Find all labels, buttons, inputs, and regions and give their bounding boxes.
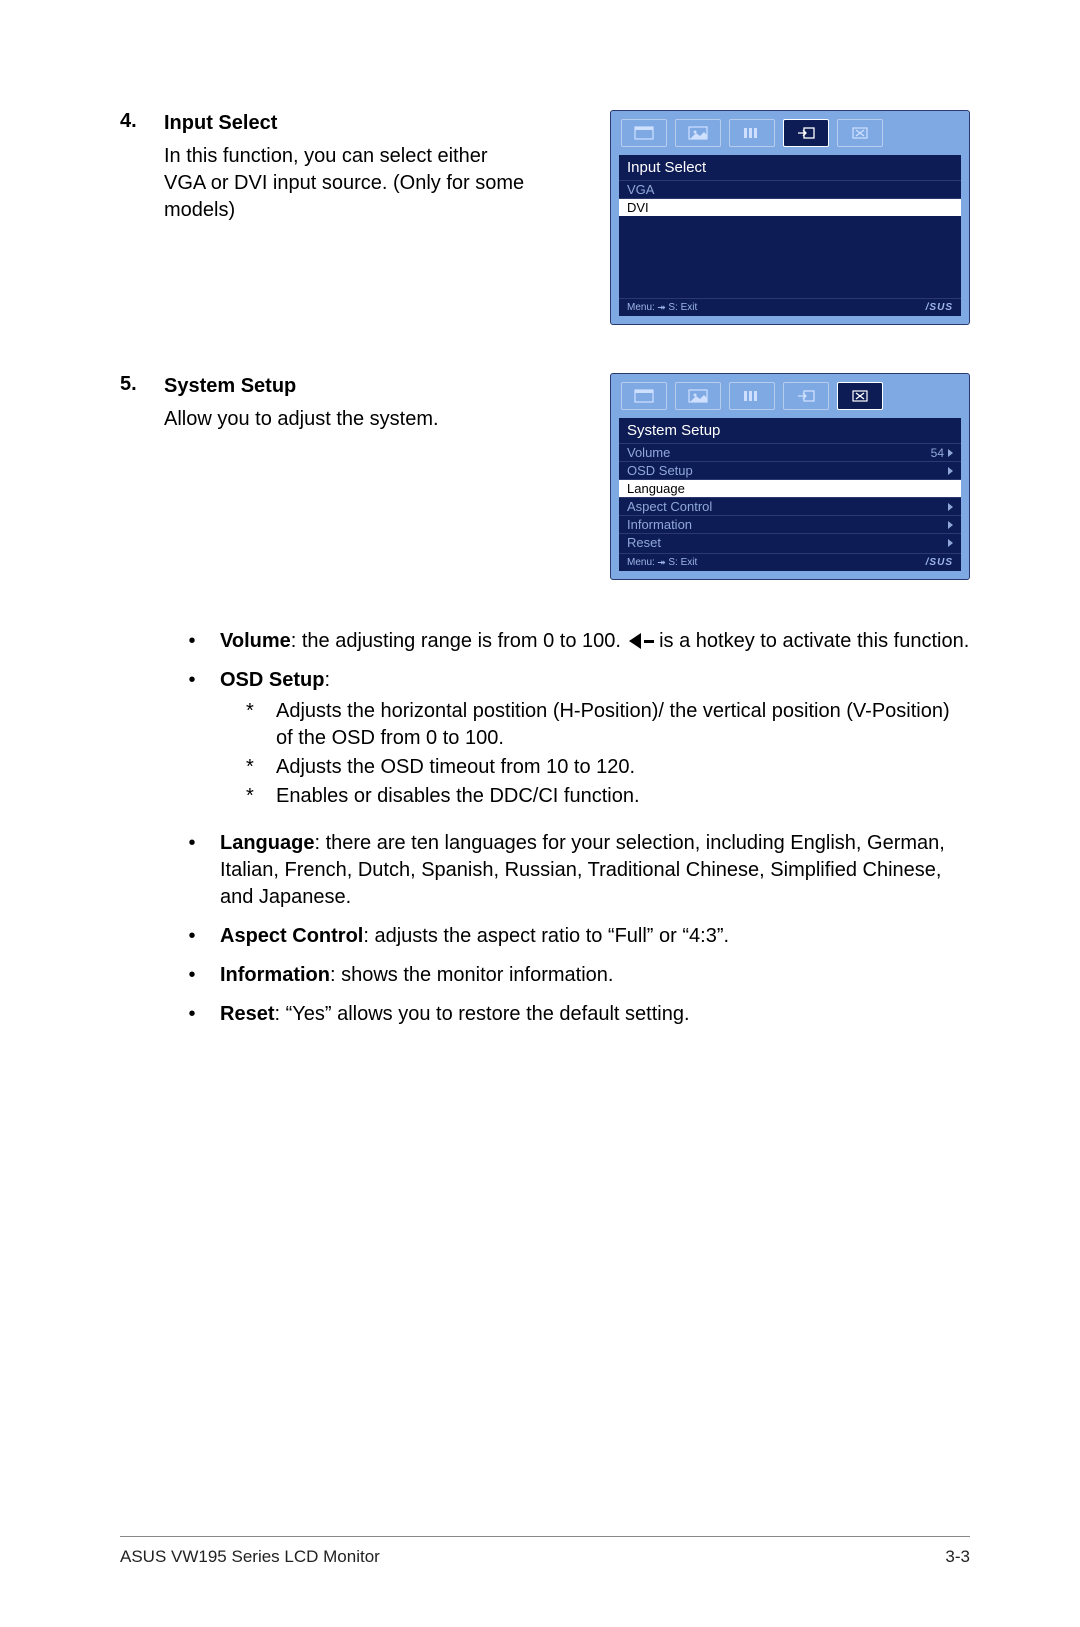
osd-row-reset[interactable]: Reset [619,533,961,551]
osd-brand-logo: /SUS [926,302,953,313]
osd-footer-hint: Menu: ⯮ S: Exit [627,557,697,568]
bullet-text: Enables or disables the DDC/CI function. [276,783,970,810]
osd-footer: Menu: ⯮ S: Exit /SUS [619,553,961,571]
bullet-aspect-control: • Aspect Control: adjusts the aspect rat… [164,923,970,950]
bullet-volume: • Volume: the adjusting range is from 0 … [164,628,970,655]
chevron-right-icon [948,449,953,457]
osd-row-aspect-control[interactable]: Aspect Control [619,497,961,515]
chevron-right-icon [948,539,953,547]
osd-header: Input Select [619,155,961,180]
bullet-text: Adjusts the OSD timeout from 10 to 120. [276,754,970,781]
osd-tab-system-icon[interactable] [837,119,883,147]
section-text: System Setup Allow you to adjust the sys… [164,373,534,433]
sub-bullet: *Adjusts the horizontal postition (H-Pos… [246,698,970,752]
chevron-right-icon [948,467,953,475]
osd-tab-system-icon[interactable] [837,382,883,410]
osd-row-label: Language [627,481,685,496]
osd-tab-splendid-icon[interactable] [621,382,667,410]
osd-header: System Setup [619,418,961,443]
osd-row-label: Information [627,517,692,532]
bullet-marker: • [164,962,220,989]
section-body: In this function, you can select either … [164,143,534,224]
bullet-label: Aspect Control [220,925,363,947]
bullet-list: • Volume: the adjusting range is from 0 … [120,628,970,1028]
bullet-label: Information [220,964,330,986]
osd-tab-input-icon[interactable] [783,382,829,410]
chevron-right-icon [948,503,953,511]
section-number: 5. [120,373,164,396]
bullet-text: : [324,669,330,691]
osd-tab-input-icon[interactable] [783,119,829,147]
osd-body: Volume 54 OSD Setup Language Aspect Contr… [619,443,961,553]
osd-footer: Menu: ⯮ S: Exit /SUS [619,298,961,316]
osd-row-information[interactable]: Information [619,515,961,533]
osd-row-osd-setup[interactable]: OSD Setup [619,461,961,479]
osd-tabs [619,119,961,147]
section-number: 4. [120,110,164,133]
section-system-setup: 5. System Setup Allow you to adjust the … [120,373,970,580]
osd-row-volume[interactable]: Volume 54 [619,443,961,461]
osd-body: VGA DVI [619,180,961,298]
osd-panel-input-select: Input Select VGA DVI Menu: ⯮ S: Exit /SU… [610,110,970,325]
left-triangle-icon [629,633,641,649]
page-footer: ASUS VW195 Series LCD Monitor 3-3 [120,1536,970,1567]
osd-footer-hint: Menu: ⯮ S: Exit [627,302,697,313]
bullet-marker: * [246,754,276,781]
bullet-label: Volume [220,630,291,652]
osd-row-value: 54 [931,446,944,460]
bullet-marker: • [164,1001,220,1028]
bullet-marker: • [164,628,220,655]
osd-brand-logo: /SUS [926,557,953,568]
bullet-text: : shows the monitor information. [330,964,613,986]
bullet-label: Language [220,832,314,854]
bullet-label: OSD Setup [220,669,324,691]
bullet-text: : adjusts the aspect ratio to “Full” or … [363,925,729,947]
osd-panel-system-setup: System Setup Volume 54 OSD Setup Language… [610,373,970,580]
bullet-marker: • [164,923,220,950]
section-input-select: 4. Input Select In this function, you ca… [120,110,970,325]
section-title: System Setup [164,373,534,400]
section-body: Allow you to adjust the system. [164,406,534,433]
osd-row-label: OSD Setup [627,463,693,478]
section-text: Input Select In this function, you can s… [164,110,534,224]
osd-row-language[interactable]: Language [619,479,961,497]
sub-bullet: *Enables or disables the DDC/CI function… [246,783,970,810]
osd-row-label: VGA [627,182,654,197]
bullet-text: : the adjusting range is from 0 to 100. [291,630,627,652]
osd-row-dvi[interactable]: DVI [619,198,961,216]
osd-tab-image-icon[interactable] [675,382,721,410]
footer-product: ASUS VW195 Series LCD Monitor [120,1547,380,1567]
osd-tabs [619,382,961,410]
bullet-marker: • [164,667,220,818]
osd-row-label: Aspect Control [627,499,712,514]
bullet-osd-setup: • OSD Setup: *Adjusts the horizontal pos… [164,667,970,818]
bullet-text: is a hotkey to activate this function. [654,630,970,652]
footer-page-number: 3-3 [945,1547,970,1567]
bullet-language: • Language: there are ten languages for … [164,830,970,911]
osd-row-label: Volume [627,445,670,460]
bullet-reset: • Reset: “Yes” allows you to restore the… [164,1001,970,1028]
minus-icon [644,640,654,643]
bullet-information: • Information: shows the monitor informa… [164,962,970,989]
bullet-text: : “Yes” allows you to restore the defaul… [274,1003,689,1025]
bullet-text: : there are ten languages for your selec… [220,832,945,908]
section-title: Input Select [164,110,534,137]
sub-bullet: *Adjusts the OSD timeout from 10 to 120. [246,754,970,781]
osd-row-vga[interactable]: VGA [619,180,961,198]
chevron-right-icon [948,521,953,529]
osd-tab-image-icon[interactable] [675,119,721,147]
osd-tab-color-icon[interactable] [729,382,775,410]
osd-tab-splendid-icon[interactable] [621,119,667,147]
manual-page: 4. Input Select In this function, you ca… [0,0,1080,1627]
osd-row-label: DVI [627,200,649,215]
bullet-label: Reset [220,1003,274,1025]
osd-row-label: Reset [627,535,661,550]
bullet-marker: * [246,698,276,752]
bullet-marker: • [164,830,220,911]
bullet-text: Adjusts the horizontal postition (H-Posi… [276,698,970,752]
osd-tab-color-icon[interactable] [729,119,775,147]
bullet-marker: * [246,783,276,810]
